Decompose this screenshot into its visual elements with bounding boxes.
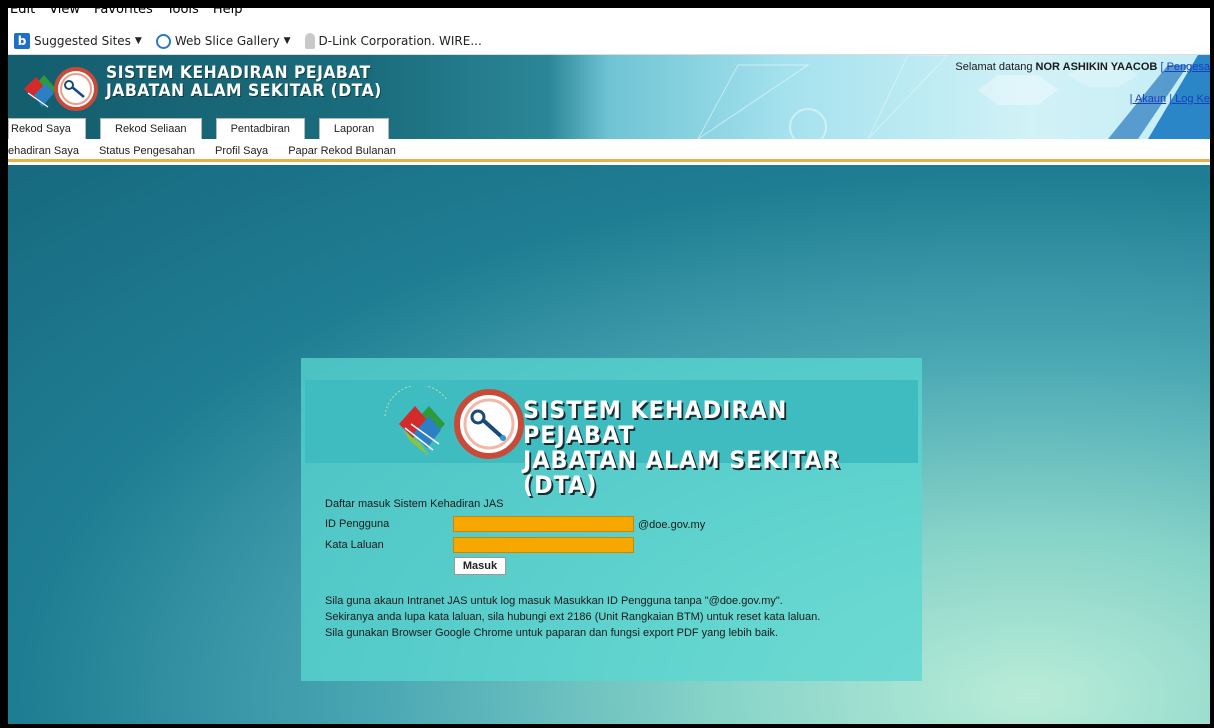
user-id-label: ID Pengguna: [325, 518, 390, 530]
login-note-3: Sila gunakan Browser Google Chrome untuk…: [325, 627, 779, 639]
account-links: | Akaun | Log Ke: [1130, 93, 1210, 105]
favorite-dlink[interactable]: D-Link Corporation. WIRE...: [304, 33, 482, 49]
favorite-label: Suggested Sites: [34, 34, 131, 48]
app-title-line1: SISTEM KEHADIRAN PEJABAT: [106, 63, 371, 83]
browser-menu-bar: Edit View Favorites Tools Help: [8, 8, 1210, 28]
login-button[interactable]: Masuk: [454, 557, 506, 575]
login-panel: SISTEM KEHADIRAN PEJABAT JABATAN ALAM SE…: [301, 358, 922, 681]
dropdown-arrow-icon[interactable]: ▼: [284, 36, 291, 46]
ie-icon: [155, 33, 171, 49]
menu-favorites[interactable]: Favorites: [94, 8, 153, 17]
login-note-2: Sekiranya anda lupa kata laluan, sila hu…: [325, 611, 821, 623]
email-domain-suffix: @doe.gov.my: [638, 519, 706, 531]
akaun-link[interactable]: | Akaun: [1130, 93, 1167, 105]
menu-tools[interactable]: Tools: [167, 8, 199, 17]
logout-link[interactable]: | Log Ke: [1169, 93, 1210, 105]
tab-pentadbiran[interactable]: Pentadbiran: [215, 118, 305, 139]
login-banner-line1: SISTEM KEHADIRAN PEJABAT: [523, 396, 788, 449]
dropdown-arrow-icon[interactable]: ▼: [135, 36, 142, 46]
user-name: NOR ASHIKIN YAACOB: [1035, 61, 1158, 73]
app-title-line2: JABATAN ALAM SEKITAR (DTA): [106, 81, 382, 101]
tab-rekod-seliaan[interactable]: Rekod Seliaan: [100, 118, 202, 139]
menu-help[interactable]: Help: [213, 8, 243, 17]
favorite-label: D-Link Corporation. WIRE...: [318, 34, 482, 48]
login-banner-title: SISTEM KEHADIRAN PEJABAT JABATAN ALAM SE…: [523, 398, 890, 498]
screen-frame-right: [1210, 0, 1214, 728]
pengesahan-link[interactable]: [ Pengesa: [1160, 61, 1210, 73]
sub-navigation: ehadiran Saya Status Pengesahan Profil S…: [8, 139, 1210, 162]
main-tabs: Rekod Saya Rekod Seliaan Pentadbiran Lap…: [8, 118, 390, 139]
login-banner: SISTEM KEHADIRAN PEJABAT JABATAN ALAM SE…: [305, 380, 918, 498]
login-heading: Daftar masuk Sistem Kehadiran JAS: [325, 498, 504, 510]
bing-icon: b: [14, 33, 30, 49]
dlink-icon: [304, 33, 315, 49]
welcome-prefix: Selamat datang: [955, 61, 1033, 73]
app-title: SISTEM KEHADIRAN PEJABAT JABATAN ALAM SE…: [106, 64, 382, 100]
tab-laporan[interactable]: Laporan: [318, 118, 390, 139]
screen-frame-top: [0, 0, 1214, 8]
subnav-status-pengesahan[interactable]: Status Pengesahan: [99, 145, 195, 159]
welcome-message: Selamat datang NOR ASHIKIN YAACOB [ Peng…: [955, 61, 1210, 73]
password-label: Kata Laluan: [325, 539, 384, 551]
subnav-kehadiran-saya[interactable]: ehadiran Saya: [8, 145, 79, 159]
login-banner-line2: JABATAN ALAM SEKITAR (DTA): [523, 446, 841, 499]
login-note-1: Sila guna akaun Intranet JAS untuk log m…: [325, 595, 783, 607]
favorite-suggested-sites[interactable]: b Suggested Sites ▼: [14, 33, 142, 49]
tab-rekod-saya[interactable]: Rekod Saya: [8, 118, 86, 139]
jas-logo: [24, 67, 98, 111]
subnav-profil-saya[interactable]: Profil Saya: [215, 145, 268, 159]
menu-edit[interactable]: Edit: [10, 8, 35, 17]
favorites-bar: b Suggested Sites ▼ Web Slice Gallery ▼ …: [8, 28, 1210, 55]
password-input[interactable]: [453, 537, 634, 553]
jas-logo-large: [384, 386, 524, 459]
screen-frame-left: [0, 0, 8, 728]
screen-frame-bottom: [0, 724, 1214, 728]
favorite-web-slice-gallery[interactable]: Web Slice Gallery ▼: [155, 33, 291, 49]
app-header: SISTEM KEHADIRAN PEJABAT JABATAN ALAM SE…: [8, 55, 1210, 139]
menu-view[interactable]: View: [49, 8, 80, 17]
favorite-label: Web Slice Gallery: [174, 34, 280, 48]
user-id-input[interactable]: [453, 516, 634, 532]
subnav-papar-rekod-bulanan[interactable]: Papar Rekod Bulanan: [288, 145, 396, 159]
